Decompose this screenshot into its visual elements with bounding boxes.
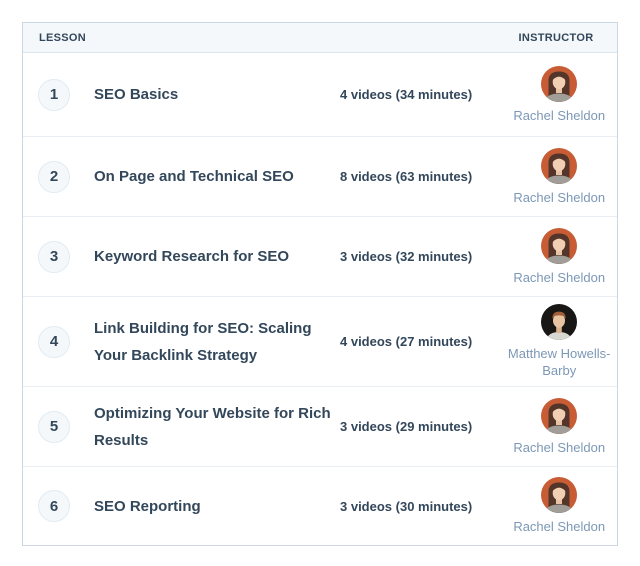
lesson-video-count: 8 videos (63 minutes) xyxy=(340,169,498,184)
lesson-title[interactable]: SEO Basics xyxy=(94,81,340,108)
lesson-rows: 1 SEO Basics 4 videos (34 minutes) Rache… xyxy=(23,53,617,545)
lesson-number-badge: 2 xyxy=(38,161,70,193)
lesson-title[interactable]: Keyword Research for SEO xyxy=(94,243,340,270)
lesson-title[interactable]: Optimizing Your Website for Rich Results xyxy=(94,400,340,454)
lesson-number-badge: 6 xyxy=(38,490,70,522)
lesson-video-count: 3 videos (32 minutes) xyxy=(340,249,498,264)
lesson-title[interactable]: SEO Reporting xyxy=(94,493,340,520)
lesson-row-3[interactable]: 3 Keyword Research for SEO 3 videos (32 … xyxy=(23,216,617,296)
rachel-sheldon-avatar-icon xyxy=(541,148,577,184)
table-header-row: LESSON INSTRUCTOR xyxy=(23,23,617,53)
rachel-sheldon-avatar-icon xyxy=(541,228,577,264)
instructor-name: Rachel Sheldon xyxy=(513,269,605,286)
instructor-cell: Rachel Sheldon xyxy=(498,398,620,456)
instructor-name: Rachel Sheldon xyxy=(513,107,605,124)
instructor-cell: Rachel Sheldon xyxy=(498,228,620,286)
lesson-number-badge: 1 xyxy=(38,79,70,111)
rachel-sheldon-avatar-icon xyxy=(541,477,577,513)
instructor-name: Matthew Howells-Barby xyxy=(498,345,620,379)
lesson-number-badge: 5 xyxy=(38,411,70,443)
lesson-row-2[interactable]: 2 On Page and Technical SEO 8 videos (63… xyxy=(23,136,617,216)
instructor-cell: Rachel Sheldon xyxy=(498,66,620,124)
lesson-row-4[interactable]: 4 Link Building for SEO: Scaling Your Ba… xyxy=(23,296,617,386)
lesson-video-count: 3 videos (30 minutes) xyxy=(340,499,498,514)
instructor-cell: Rachel Sheldon xyxy=(498,477,620,535)
lesson-row-5[interactable]: 5 Optimizing Your Website for Rich Resul… xyxy=(23,386,617,466)
lesson-video-count: 3 videos (29 minutes) xyxy=(340,419,498,434)
matthew-howells-barby-avatar-icon xyxy=(541,304,577,340)
lesson-row-1[interactable]: 1 SEO Basics 4 videos (34 minutes) Rache… xyxy=(23,53,617,136)
column-header-lesson: LESSON xyxy=(23,32,495,44)
instructor-name: Rachel Sheldon xyxy=(513,518,605,535)
lesson-video-count: 4 videos (34 minutes) xyxy=(340,87,498,102)
instructor-cell: Matthew Howells-Barby xyxy=(498,304,620,379)
lesson-title[interactable]: Link Building for SEO: Scaling Your Back… xyxy=(94,315,340,369)
instructor-name: Rachel Sheldon xyxy=(513,439,605,456)
rachel-sheldon-avatar-icon xyxy=(541,398,577,434)
lesson-number-badge: 3 xyxy=(38,241,70,273)
instructor-name: Rachel Sheldon xyxy=(513,189,605,206)
column-header-instructor: INSTRUCTOR xyxy=(495,32,617,44)
course-lessons-table: LESSON INSTRUCTOR 1 SEO Basics 4 videos … xyxy=(22,22,618,546)
instructor-cell: Rachel Sheldon xyxy=(498,148,620,206)
lesson-title[interactable]: On Page and Technical SEO xyxy=(94,163,340,190)
lesson-video-count: 4 videos (27 minutes) xyxy=(340,334,498,349)
lesson-row-6[interactable]: 6 SEO Reporting 3 videos (30 minutes) Ra… xyxy=(23,466,617,545)
lesson-number-badge: 4 xyxy=(38,326,70,358)
rachel-sheldon-avatar-icon xyxy=(541,66,577,102)
